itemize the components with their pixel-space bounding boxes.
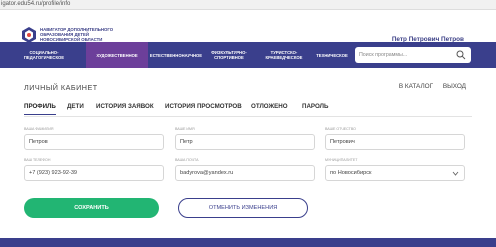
last-name-label: ВАША ФАМИЛИЯ <box>24 127 54 131</box>
active-tab-indicator <box>24 114 56 115</box>
search-box <box>355 47 471 63</box>
page-title: ЛИЧНЫЙ КАБИНЕТ <box>24 83 98 92</box>
first-name-box <box>175 134 315 150</box>
tab-profile[interactable]: ПРОФИЛЬ <box>24 103 56 110</box>
tab-view-history[interactable]: ИСТОРИЯ ПРОСМОТРОВ <box>165 103 242 110</box>
save-button[interactable]: СОХРАНИТЬ <box>24 198 159 218</box>
nav-item-social[interactable]: СОЦИАЛЬНО-ПЕДАГОГИЧЕСКОЕ <box>22 42 66 68</box>
brand-name[interactable]: НАВИГАТОР ДОПОЛНИТЕЛЬНОГО ОБРАЗОВАНИЯ ДЕ… <box>40 27 150 43</box>
municipality-value <box>330 168 455 178</box>
category-nav: СОЦИАЛЬНО-ПЕДАГОГИЧЕСКОЕ ХУДОЖЕСТВЕННОЕ … <box>0 42 496 68</box>
cancel-changes-button[interactable]: ОТМЕНИТЬ ИЗМЕНЕНИЯ <box>178 198 308 218</box>
search-input[interactable] <box>359 50 449 60</box>
patronymic-label: ВАШЕ ОТЧЕСТВО <box>325 127 356 131</box>
search-icon[interactable] <box>456 50 466 60</box>
logout-link[interactable]: ВЫХОД <box>443 83 466 90</box>
catalog-link[interactable]: В КАТАЛОГ <box>399 83 433 90</box>
email-input[interactable] <box>180 168 305 178</box>
nav-item-science[interactable]: ЕСТЕСТВЕННОНАУЧНОЕ <box>150 42 202 68</box>
patronymic-input[interactable] <box>330 137 455 147</box>
nav-item-sport[interactable]: ФИЗКУЛЬТУРНО-СПОРТИВНОЕ <box>204 42 254 68</box>
last-name-box <box>24 134 164 150</box>
tabs-divider <box>24 116 472 117</box>
first-name-label: ВАШЕ ИМЯ <box>175 127 195 131</box>
phone-box <box>24 165 164 181</box>
chevron-down-icon <box>452 171 459 176</box>
browser-url-bar[interactable]: igator.edu54.ru/profile/info <box>0 0 496 10</box>
phone-label: ВАШ ТЕЛЕФОН <box>24 158 51 162</box>
last-name-input[interactable] <box>29 137 154 147</box>
phone-input[interactable] <box>29 168 154 178</box>
logo-icon[interactable] <box>22 27 36 43</box>
tab-password[interactable]: ПАРОЛЬ <box>302 103 328 110</box>
tab-children[interactable]: ДЕТИ <box>67 103 84 110</box>
municipality-label: МУНИЦИПАЛИТЕТ <box>325 158 358 162</box>
patronymic-box <box>325 134 465 150</box>
top-links: В КАТАЛОГ ВЫХОД <box>391 83 466 90</box>
email-box <box>175 165 315 181</box>
municipality-select[interactable] <box>325 165 465 181</box>
nav-item-art[interactable]: ХУДОЖЕСТВЕННОЕ <box>86 42 148 68</box>
tab-application-history[interactable]: ИСТОРИЯ ЗАЯВОК <box>96 103 154 110</box>
tab-postponed[interactable]: ОТЛОЖЕНО <box>251 103 288 110</box>
browser-url-text: igator.edu54.ru/profile/info <box>1 1 71 7</box>
nav-item-tourism[interactable]: ТУРИСТСКО-КРАЕВЕДЧЕСКОЕ <box>260 42 308 68</box>
first-name-input[interactable] <box>180 137 305 147</box>
nav-item-technical[interactable]: ТЕХНИЧЕСКОЕ <box>312 42 352 68</box>
site-header: НАВИГАТОР ДОПОЛНИТЕЛЬНОГО ОБРАЗОВАНИЯ ДЕ… <box>0 10 496 43</box>
footer-bar <box>0 238 496 247</box>
email-label: ВАША ПОЧТА <box>175 158 199 162</box>
